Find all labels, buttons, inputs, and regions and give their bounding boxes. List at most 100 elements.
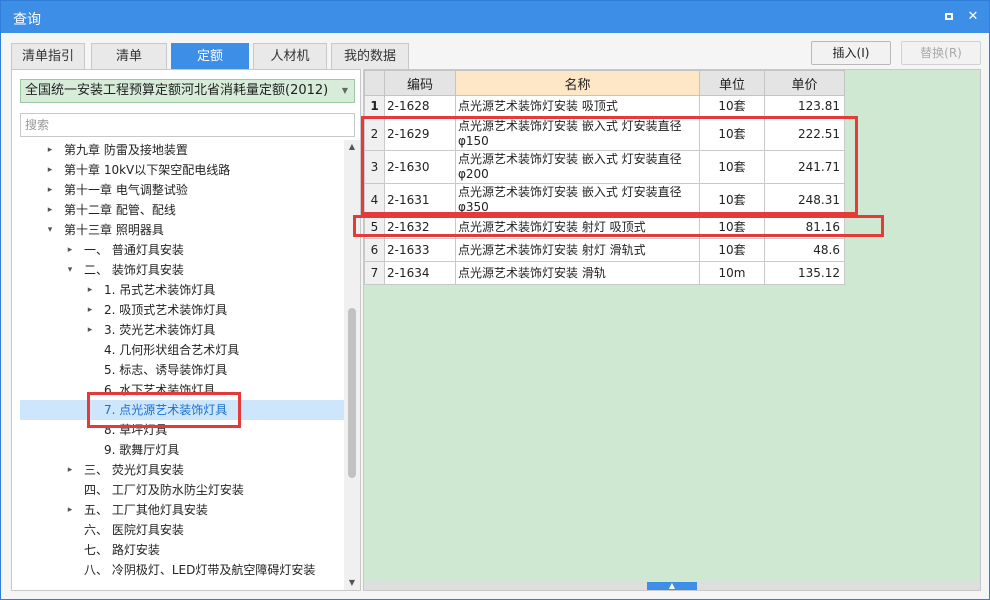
tree-item[interactable]: 9. 歌舞厅灯具 [20, 440, 344, 460]
tree-item[interactable]: 六、 医院灯具安装 [20, 520, 344, 540]
tree-item[interactable]: 6. 水下艺术装饰灯具 [20, 380, 344, 400]
table-row[interactable]: 7 2-1634 点光源艺术装饰灯安装 滑轨 10m 135.12 [364, 261, 845, 285]
chevron-down-icon[interactable]: ▼ [342, 80, 348, 102]
cell-price[interactable]: 222.51 [764, 117, 845, 151]
scroll-down-icon[interactable]: ▼ [344, 576, 360, 590]
table-row[interactable]: 6 2-1633 点光源艺术装饰灯安装 射灯 滑轨式 10套 48.6 [364, 238, 845, 262]
table-row[interactable]: 5 2-1632 点光源艺术装饰灯安装 射灯 吸顶式 10套 81.16 [364, 216, 845, 239]
splitter-grip-icon[interactable]: ▲ [647, 582, 697, 590]
cell-code[interactable]: 2-1633 [384, 238, 456, 262]
tree-item[interactable]: ▸ 第十一章 电气调整试验 [20, 180, 344, 200]
tree-scrollbar[interactable]: ▲ ▼ [344, 140, 360, 590]
tree-item[interactable]: 8. 草坪灯具 [20, 420, 344, 440]
tree-item[interactable]: ▸ 一、 普通灯具安装 [20, 240, 344, 260]
tree-item[interactable]: ▸ 第九章 防雷及接地装置 [20, 140, 344, 160]
expand-arrow-icon[interactable]: ▸ [44, 180, 56, 200]
expand-arrow-icon[interactable]: ▸ [44, 140, 56, 160]
library-select-value: 全国统一安装工程预算定额河北省消耗量定额(2012) [25, 83, 329, 98]
cell-unit[interactable]: 10m [699, 261, 765, 285]
cell-name[interactable]: 点光源艺术装饰灯安装 吸顶式 [455, 95, 700, 118]
table-row[interactable]: 1 2-1628 点光源艺术装饰灯安装 吸顶式 10套 123.81 [364, 95, 845, 118]
cell-name[interactable]: 点光源艺术装饰灯安装 嵌入式 灯安装直径φ350 [455, 183, 700, 217]
tree-item[interactable]: ▾ 二、 装饰灯具安装 [20, 260, 344, 280]
cell-code[interactable]: 2-1632 [384, 216, 456, 239]
library-select[interactable]: 全国统一安装工程预算定额河北省消耗量定额(2012) ▼ [20, 79, 355, 103]
expand-arrow-icon[interactable]: ▸ [84, 300, 96, 320]
tree-item-label: 第十三章 照明器具 [64, 223, 164, 237]
tree-item[interactable]: 七、 路灯安装 [20, 540, 344, 560]
cell-name[interactable]: 点光源艺术装饰灯安装 嵌入式 灯安装直径φ150 [455, 117, 700, 151]
tree-item[interactable]: ▸ 三、 荧光灯具安装 [20, 460, 344, 480]
replace-button[interactable]: 替换(R) [901, 41, 981, 65]
query-dialog: 查询 ✕ 清单指引 清单 定额 人材机 我的数据 插入(I) 替换(R) 全国统… [0, 0, 990, 600]
expand-arrow-icon[interactable]: ▸ [44, 160, 56, 180]
cell-unit[interactable]: 10套 [699, 117, 765, 151]
column-header-name[interactable]: 名称 [455, 70, 700, 96]
tree-item[interactable]: 4. 几何形状组合艺术灯具 [20, 340, 344, 360]
cell-name[interactable]: 点光源艺术装饰灯安装 射灯 滑轨式 [455, 238, 700, 262]
close-icon[interactable]: ✕ [963, 7, 983, 27]
tab-my-data[interactable]: 我的数据 [331, 43, 409, 69]
tab-labor-material-machine[interactable]: 人材机 [253, 43, 327, 69]
cell-name[interactable]: 点光源艺术装饰灯安装 滑轨 [455, 261, 700, 285]
minimize-icon[interactable] [939, 7, 959, 27]
tree-item[interactable]: 四、 工厂灯及防水防尘灯安装 [20, 480, 344, 500]
scroll-up-icon[interactable]: ▲ [344, 140, 360, 154]
cell-name[interactable]: 点光源艺术装饰灯安装 射灯 吸顶式 [455, 216, 700, 239]
tab-bill-guide[interactable]: 清单指引 [11, 43, 85, 69]
tree-item-label: 6. 水下艺术装饰灯具 [104, 383, 216, 397]
tree-item[interactable]: ▾ 第十三章 照明器具 [20, 220, 344, 240]
cell-unit[interactable]: 10套 [699, 216, 765, 239]
tab-quota[interactable]: 定额 [171, 43, 249, 69]
search-input[interactable]: 搜索 [20, 113, 355, 137]
column-header-code[interactable]: 编码 [384, 70, 456, 96]
cell-unit[interactable]: 10套 [699, 150, 765, 184]
cell-unit[interactable]: 10套 [699, 238, 765, 262]
tab-bill[interactable]: 清单 [91, 43, 167, 69]
expand-arrow-icon[interactable]: ▸ [84, 320, 96, 340]
tree-item[interactable]: ▸ 第十章 10kV以下架空配电线路 [20, 160, 344, 180]
expand-arrow-icon[interactable]: ▸ [64, 460, 76, 480]
expand-arrow-icon[interactable]: ▸ [44, 200, 56, 220]
cell-unit[interactable]: 10套 [699, 95, 765, 118]
table-row[interactable]: 4 2-1631 点光源艺术装饰灯安装 嵌入式 灯安装直径φ350 10套 24… [364, 183, 845, 217]
grid-horizontal-scrollbar[interactable]: ▲ [364, 582, 980, 590]
title-bar[interactable]: 查询 ✕ [1, 1, 989, 33]
cell-code[interactable]: 2-1628 [384, 95, 456, 118]
tree-item-label: 1. 吊式艺术装饰灯具 [104, 283, 216, 297]
tree-item[interactable]: ▸ 第十二章 配管、配线 [20, 200, 344, 220]
tree-item[interactable]: ▸ 2. 吸顶式艺术装饰灯具 [20, 300, 344, 320]
cell-code[interactable]: 2-1629 [384, 117, 456, 151]
tree-item[interactable]: 八、 冷阴极灯、LED灯带及航空障碍灯安装 [20, 560, 344, 580]
tree-item[interactable]: 5. 标志、诱导装饰灯具 [20, 360, 344, 380]
tree-item-selected[interactable]: 7. 点光源艺术装饰灯具 [20, 400, 344, 420]
cell-price[interactable]: 135.12 [764, 261, 845, 285]
collapse-arrow-icon[interactable]: ▾ [44, 220, 56, 240]
cell-code[interactable]: 2-1631 [384, 183, 456, 217]
table-row[interactable]: 2 2-1629 点光源艺术装饰灯安装 嵌入式 灯安装直径φ150 10套 22… [364, 117, 845, 151]
chapter-tree: ▸ 第九章 防雷及接地装置 ▸ 第十章 10kV以下架空配电线路 ▸ 第十一章 电气调… [12, 140, 344, 590]
cell-price[interactable]: 241.71 [764, 150, 845, 184]
cell-price[interactable]: 48.6 [764, 238, 845, 262]
insert-button[interactable]: 插入(I) [811, 41, 891, 65]
column-header-price[interactable]: 单价 [764, 70, 845, 96]
collapse-arrow-icon[interactable]: ▾ [64, 260, 76, 280]
tree-item[interactable]: ▸ 五、 工厂其他灯具安装 [20, 500, 344, 520]
cell-name[interactable]: 点光源艺术装饰灯安装 嵌入式 灯安装直径φ200 [455, 150, 700, 184]
cell-price[interactable]: 123.81 [764, 95, 845, 118]
cell-price[interactable]: 81.16 [764, 216, 845, 239]
tree-item-label: 三、 荧光灯具安装 [84, 463, 184, 477]
cell-price[interactable]: 248.31 [764, 183, 845, 217]
column-header-unit[interactable]: 单位 [699, 70, 765, 96]
tree-item-label: 第十二章 配管、配线 [64, 203, 176, 217]
cell-code[interactable]: 2-1630 [384, 150, 456, 184]
cell-code[interactable]: 2-1634 [384, 261, 456, 285]
cell-unit[interactable]: 10套 [699, 183, 765, 217]
scrollbar-thumb[interactable] [348, 308, 356, 478]
table-row[interactable]: 3 2-1630 点光源艺术装饰灯安装 嵌入式 灯安装直径φ200 10套 24… [364, 150, 845, 184]
tree-item[interactable]: ▸ 3. 荧光艺术装饰灯具 [20, 320, 344, 340]
expand-arrow-icon[interactable]: ▸ [64, 240, 76, 260]
tree-item[interactable]: ▸ 1. 吊式艺术装饰灯具 [20, 280, 344, 300]
expand-arrow-icon[interactable]: ▸ [64, 500, 76, 520]
expand-arrow-icon[interactable]: ▸ [84, 280, 96, 300]
